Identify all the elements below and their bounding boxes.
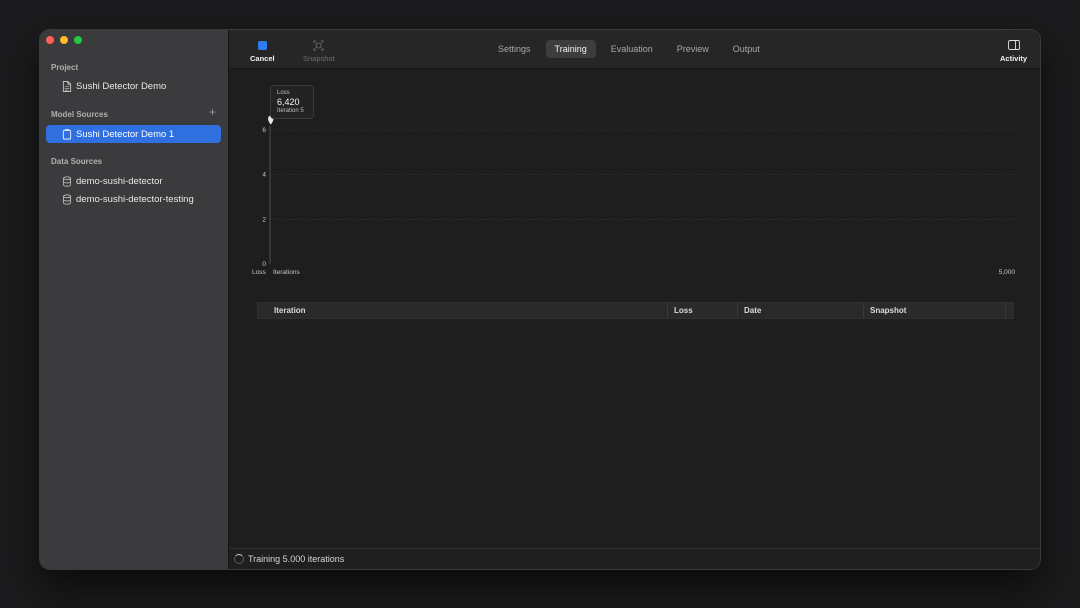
- column-header-loss[interactable]: Loss: [668, 303, 738, 318]
- progress-spinner-icon: [234, 554, 244, 564]
- x-axis-label: Iterations: [273, 269, 300, 276]
- stop-icon: [257, 40, 267, 50]
- sidebar: Project Sushi Detector Demo Model Source…: [40, 30, 229, 569]
- y-tick-label: 4: [262, 172, 266, 179]
- add-model-source-button[interactable]: +: [209, 106, 216, 118]
- y-tick-label: 2: [262, 216, 266, 223]
- status-bar: Training 5.000 iterations: [229, 548, 1040, 569]
- sidebar-item-label: Sushi Detector Demo: [76, 80, 167, 92]
- x-tick-label: 5,000: [999, 269, 1016, 276]
- database-icon: [62, 175, 72, 187]
- chart-tooltip: Loss 6,420 Iteration 5: [270, 85, 314, 119]
- snapshot-icon: [313, 40, 324, 50]
- loss-chart: 0 2 4 6 Loss Iterations 5,000 Loss 6,420 Itera…: [229, 68, 1040, 298]
- main-panel: Cancel Snapshot Settings Training Evalua…: [229, 30, 1040, 569]
- tooltip-title: Loss: [277, 90, 290, 96]
- sidebar-item-label: Sushi Detector Demo 1: [76, 128, 175, 140]
- project-section-title: Project: [51, 63, 79, 72]
- app-window: Project Sushi Detector Demo Model Source…: [40, 30, 1040, 569]
- database-icon: [62, 193, 72, 205]
- tab-output[interactable]: Output: [724, 40, 769, 58]
- activity-button[interactable]: Activity: [1000, 39, 1027, 63]
- tab-preview[interactable]: Preview: [668, 40, 718, 58]
- document-icon: [62, 80, 72, 92]
- y-axis-label: Loss: [252, 269, 266, 276]
- minimize-window-button[interactable]: [60, 36, 68, 44]
- tooltip-value: 6,420: [277, 97, 300, 107]
- tooltip-subtitle: Iteration 5: [277, 108, 304, 114]
- cancel-label: Cancel: [250, 54, 275, 63]
- iterations-table-header: Iteration Loss Date Snapshot: [257, 302, 1014, 319]
- tab-training[interactable]: Training: [545, 40, 596, 58]
- column-header-date[interactable]: Date: [738, 303, 864, 318]
- model-icon: [62, 128, 72, 140]
- sidebar-item-data-source[interactable]: demo-sushi-detector: [46, 172, 221, 190]
- snapshot-button[interactable]: Snapshot: [303, 39, 335, 63]
- column-header-iteration[interactable]: Iteration: [268, 303, 668, 318]
- column-header-snapshot[interactable]: Snapshot: [864, 303, 1006, 318]
- data-sources-section-title: Data Sources: [51, 157, 103, 166]
- y-tick-label: 6: [262, 127, 266, 134]
- loss-chart-svg: 0 2 4 6 Loss Iterations 5,000: [252, 115, 1016, 276]
- cancel-button[interactable]: Cancel: [250, 39, 275, 63]
- sidebar-toggle-icon: [1007, 40, 1020, 50]
- activity-label: Activity: [1000, 54, 1028, 63]
- model-sources-section-title: Model Sources: [51, 110, 108, 119]
- tab-settings[interactable]: Settings: [489, 40, 540, 58]
- y-tick-label: 0: [262, 261, 266, 268]
- toolbar: Cancel Snapshot Settings Training Evalua…: [229, 30, 1040, 69]
- zoom-window-button[interactable]: [74, 36, 82, 44]
- window-controls: [46, 36, 82, 44]
- sidebar-item-label: demo-sushi-detector-testing: [76, 193, 194, 205]
- status-text: Training 5.000 iterations: [248, 554, 345, 564]
- close-window-button[interactable]: [46, 36, 54, 44]
- tab-bar: Settings Training Evaluation Preview Out…: [489, 40, 769, 58]
- snapshot-label: Snapshot: [303, 54, 335, 63]
- sidebar-item-label: demo-sushi-detector: [76, 175, 163, 187]
- sidebar-item-model[interactable]: Sushi Detector Demo 1: [46, 125, 221, 143]
- sidebar-item-project[interactable]: Sushi Detector Demo: [46, 77, 221, 95]
- sidebar-item-data-source[interactable]: demo-sushi-detector-testing: [46, 190, 221, 208]
- tab-evaluation[interactable]: Evaluation: [602, 40, 662, 58]
